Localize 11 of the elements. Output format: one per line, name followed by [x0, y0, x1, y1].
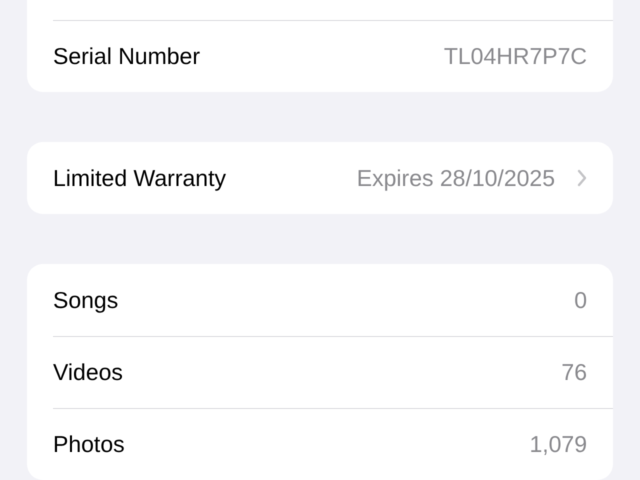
row-label: Serial Number [53, 43, 201, 70]
row-value: 0 [574, 286, 587, 314]
row-label: Videos [53, 359, 124, 386]
row-value: Expires 28/10/2025 [356, 164, 555, 192]
row-value: 76 [561, 359, 587, 386]
row-label: Limited Warranty [53, 164, 227, 192]
chevron-icon[interactable] [577, 169, 587, 187]
row-value: 1,079 [529, 431, 587, 458]
row-value: TL04HR7P7C [444, 43, 587, 70]
row-label: Songs [53, 286, 120, 314]
row-label: Photos [53, 431, 126, 458]
